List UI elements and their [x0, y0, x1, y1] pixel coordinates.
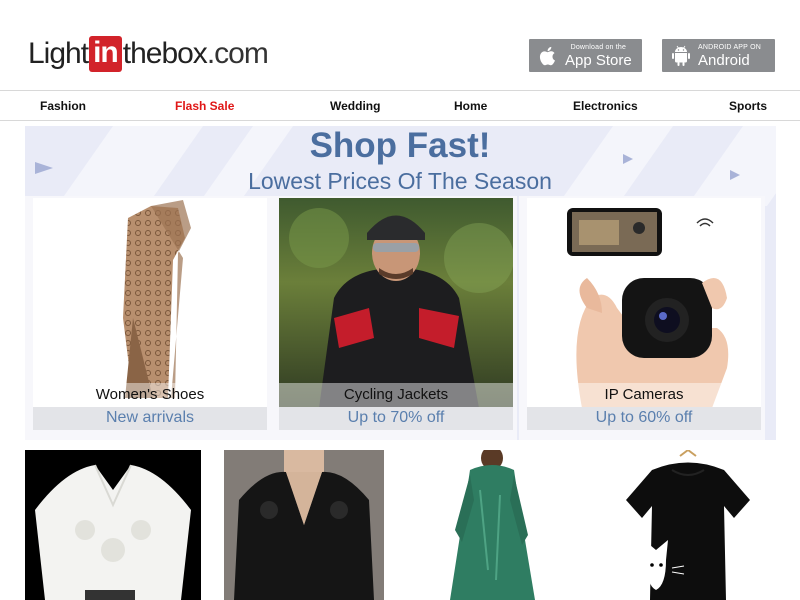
cycling-jackets-image — [279, 198, 513, 408]
product-image-green-dress[interactable] — [440, 450, 544, 600]
banner-subtitle: Lowest Prices Of The Season — [248, 168, 552, 194]
android-icon — [670, 45, 692, 67]
nav-item-wedding[interactable]: Wedding — [330, 99, 380, 113]
banner-title: Shop Fast! — [309, 126, 491, 165]
card-sublabel: Up to 60% off — [527, 407, 761, 430]
app-store-big-label: App Store — [565, 51, 632, 69]
card-sublabel: Up to 70% off — [279, 407, 513, 430]
logo-part-in: in — [89, 36, 122, 72]
site-header: Light in thebox .com Download on the App St… — [0, 0, 800, 90]
card-label: IP Cameras — [527, 383, 761, 407]
nav-item-sports[interactable]: Sports — [729, 99, 767, 113]
promo-card-cycling-jackets[interactable]: Cycling Jackets Up to 70% off — [271, 196, 517, 440]
app-store-small-label: Download on the — [570, 43, 627, 51]
card-sublabel: New arrivals — [33, 407, 267, 430]
nav-item-flash-sale[interactable]: Flash Sale — [175, 99, 234, 113]
logo-part-light: Light — [28, 37, 89, 70]
product-image-black-lace-top[interactable] — [224, 450, 384, 600]
promo-card-womens-shoes[interactable]: Women's Shoes New arrivals — [25, 196, 271, 440]
card-label: Women's Shoes — [33, 383, 267, 407]
product-image-white-lace-blouse[interactable] — [25, 450, 201, 600]
logo-part-dotcom: .com — [206, 37, 269, 70]
android-big-label: Android — [698, 51, 750, 69]
ip-cameras-image — [527, 198, 761, 408]
nav-item-electronics[interactable]: Electronics — [573, 99, 638, 113]
logo-part-thebox: thebox — [122, 37, 208, 70]
app-store-button[interactable]: Download on the App Store — [529, 39, 642, 72]
site-logo[interactable]: Light in thebox .com — [28, 34, 269, 74]
womens-shoes-image — [33, 198, 267, 408]
android-small-label: ANDROID APP ON — [698, 43, 761, 51]
apple-icon — [537, 45, 559, 67]
card-label: Cycling Jackets — [279, 383, 513, 407]
promo-card-ip-cameras[interactable]: IP Cameras Up to 60% off — [519, 196, 765, 440]
nav-item-fashion[interactable]: Fashion — [40, 99, 86, 113]
category-nav: Fashion Flash Sale Wedding Home Electron… — [0, 90, 800, 121]
android-app-button[interactable]: ANDROID APP ON Android — [662, 39, 775, 72]
product-image-cat-tshirt[interactable] — [622, 450, 754, 600]
nav-item-home[interactable]: Home — [454, 99, 487, 113]
